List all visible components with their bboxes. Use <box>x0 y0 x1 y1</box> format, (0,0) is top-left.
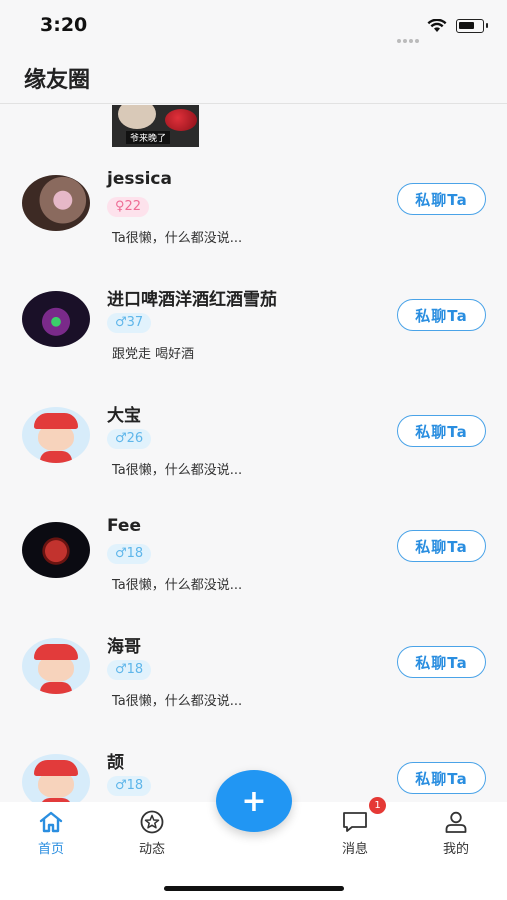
avatar[interactable] <box>22 407 90 463</box>
gender-age-badge: ♀22 <box>107 197 150 217</box>
gender-age-badge: ♂37 <box>107 313 152 333</box>
private-chat-button[interactable]: 私聊Ta <box>397 299 486 331</box>
user-bio: Ta很懒，什么都没说... <box>112 463 243 478</box>
post-photo[interactable]: 爷来晚了 <box>112 105 199 147</box>
user-bio: Ta很懒，什么都没说... <box>112 694 243 709</box>
user-list[interactable]: 爷来晚了 jessica ♀22 Ta很懒，什么都没说... 私聊Ta 进口啤酒… <box>0 105 507 805</box>
user-bio: Ta很懒，什么都没说... <box>112 578 243 593</box>
private-chat-button[interactable]: 私聊Ta <box>397 762 486 794</box>
tab-label: 消息 <box>341 842 368 857</box>
nav-bar: 缘友圈 <box>0 50 507 104</box>
user-name: Fee <box>107 516 141 536</box>
list-item[interactable]: jessica ♀22 Ta很懒，什么都没说... 私聊Ta <box>0 169 507 291</box>
status-time: 3:20 <box>40 14 88 36</box>
gender-age-badge: ♂18 <box>107 544 152 564</box>
user-bio: 跟党走 喝好酒 <box>112 347 195 362</box>
list-item[interactable]: 进口啤酒洋酒红酒雪茄 ♂37 跟党走 喝好酒 私聊Ta <box>0 290 507 407</box>
user-name: jessica <box>107 169 172 189</box>
list-item[interactable]: 海哥 ♂18 Ta很懒，什么都没说... 私聊Ta <box>0 637 507 754</box>
tab-home[interactable]: 首页 <box>21 810 81 857</box>
status-bar: 3:20 <box>0 0 507 50</box>
photo-face <box>118 105 156 129</box>
signal-icon <box>397 28 421 43</box>
user-name: 海哥 <box>107 637 141 657</box>
list-item[interactable]: 大宝 ♂26 Ta很懒，什么都没说... 私聊Ta <box>0 406 507 523</box>
user-name: 进口啤酒洋酒红酒雪茄 <box>107 290 277 310</box>
tab-label: 首页 <box>37 842 64 857</box>
list-item[interactable]: Fee ♂18 Ta很懒，什么都没说... 私聊Ta <box>0 516 507 638</box>
avatar[interactable] <box>22 291 90 347</box>
wifi-icon <box>427 18 447 37</box>
avatar[interactable] <box>22 522 90 578</box>
user-name: 颉 <box>107 753 124 773</box>
home-icon <box>21 810 81 834</box>
private-chat-button[interactable]: 私聊Ta <box>397 646 486 678</box>
page-title: 缘友圈 <box>24 68 91 93</box>
photo-flowers <box>165 109 197 131</box>
gender-age-badge: ♂18 <box>107 776 152 796</box>
tab-profile[interactable]: 我的 <box>426 810 486 857</box>
avatar[interactable] <box>22 175 90 231</box>
unread-badge: 1 <box>369 797 386 814</box>
battery-icon <box>456 19 488 33</box>
tab-messages[interactable]: 消息 <box>325 810 385 857</box>
tab-label: 我的 <box>442 842 469 857</box>
user-bio: Ta很懒，什么都没说... <box>112 231 243 246</box>
add-post-button[interactable]: + <box>216 770 292 832</box>
home-indicator <box>164 886 344 891</box>
tab-moments[interactable]: 动态 <box>122 810 182 857</box>
photo-caption: 爷来晚了 <box>126 131 171 144</box>
tab-label: 动态 <box>138 842 165 857</box>
private-chat-button[interactable]: 私聊Ta <box>397 183 486 215</box>
avatar[interactable] <box>22 754 90 805</box>
private-chat-button[interactable]: 私聊Ta <box>397 415 486 447</box>
star-icon <box>122 810 182 834</box>
user-name: 大宝 <box>107 406 141 426</box>
avatar[interactable] <box>22 638 90 694</box>
person-icon <box>426 810 486 834</box>
private-chat-button[interactable]: 私聊Ta <box>397 530 486 562</box>
gender-age-badge: ♂26 <box>107 429 152 449</box>
gender-age-badge: ♂18 <box>107 660 152 680</box>
